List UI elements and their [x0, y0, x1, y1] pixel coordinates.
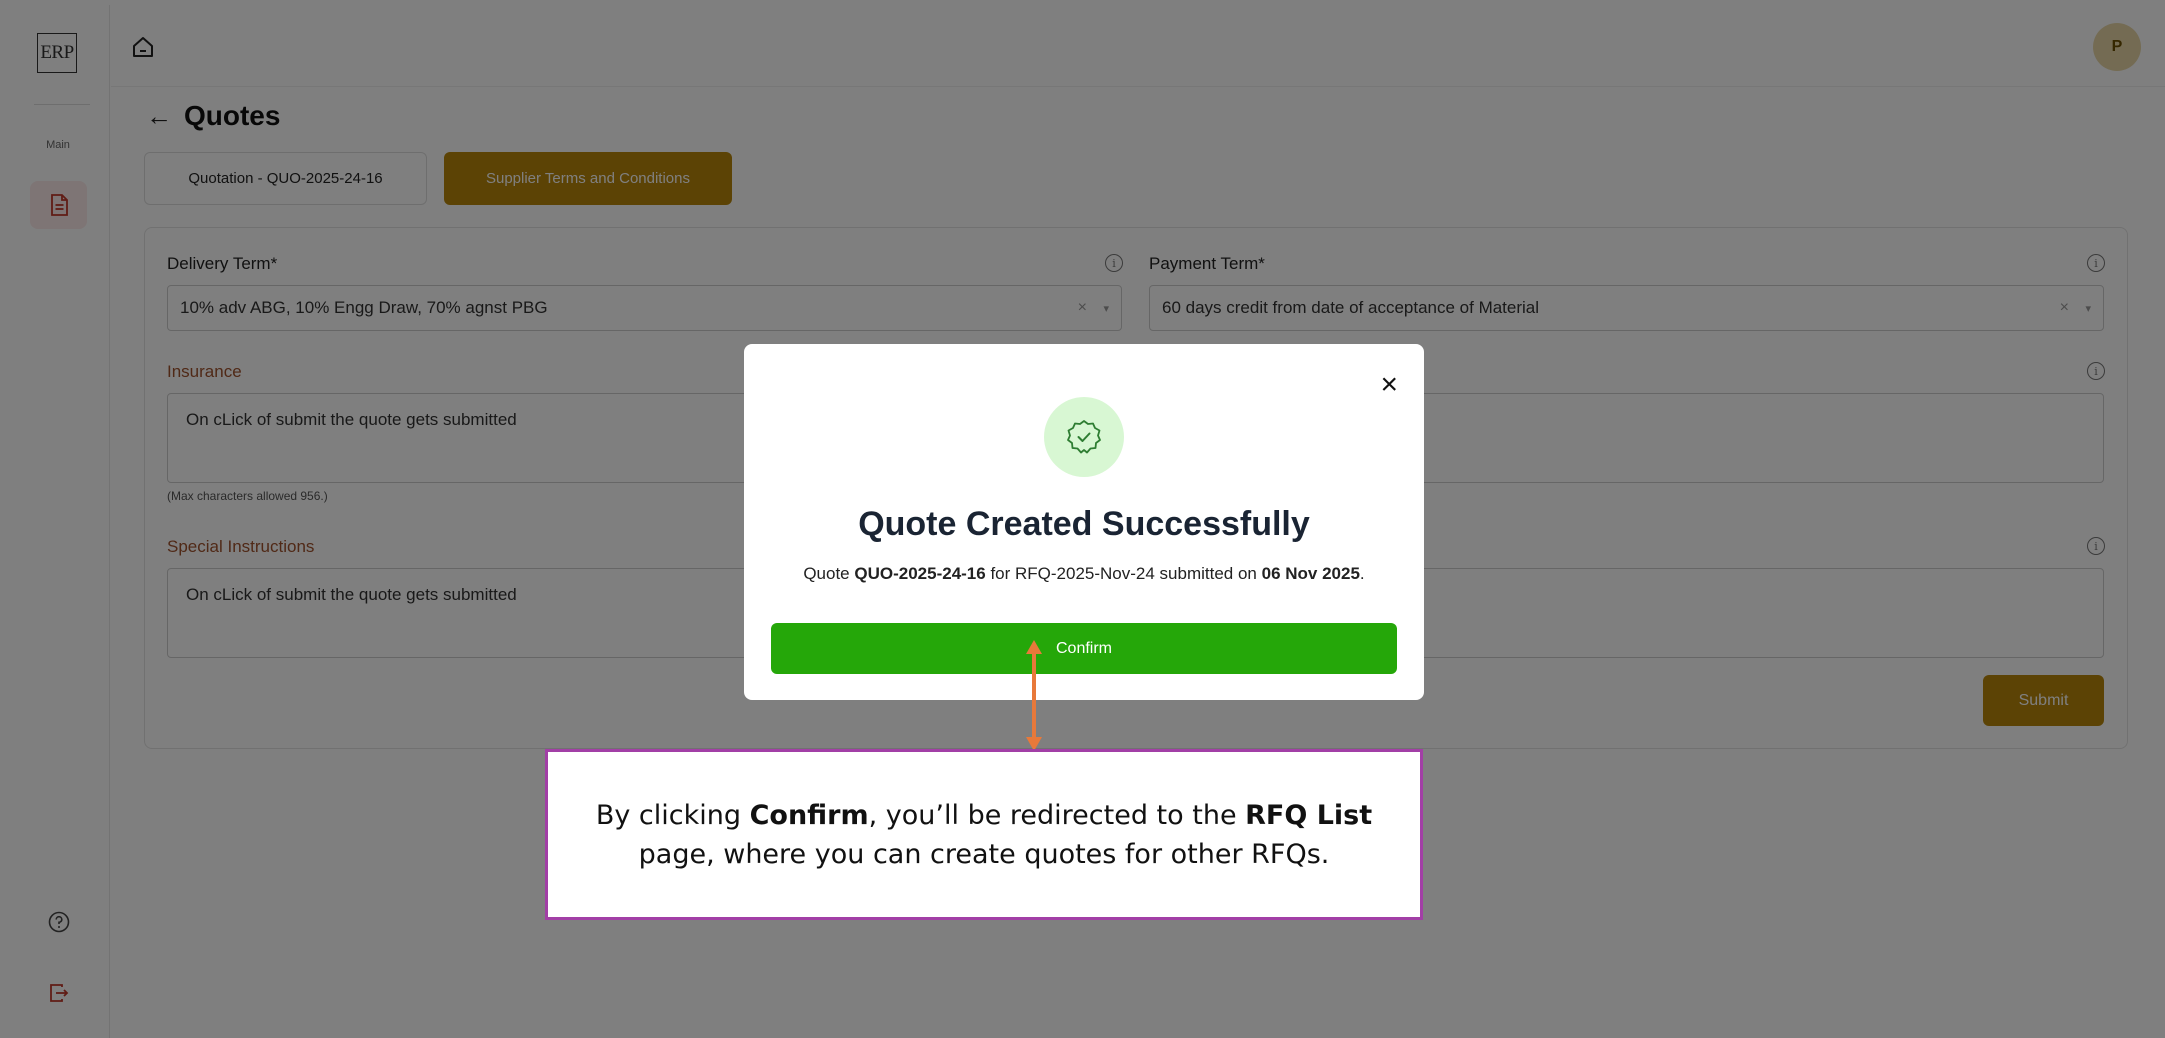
- message-text: .: [1359, 564, 1365, 583]
- message-text: Quote: [803, 564, 855, 583]
- success-modal: × Quote Created Successfully Quote QUO-2…: [744, 344, 1424, 700]
- confirm-button[interactable]: Confirm: [771, 623, 1397, 674]
- message-text: for RFQ-2025-Nov-24 submitted on: [985, 564, 1262, 583]
- success-badge: [1044, 397, 1124, 477]
- annotation-part: page, where you can create quotes for ot…: [638, 838, 1330, 870]
- submission-date: 06 Nov 2025: [1261, 564, 1360, 583]
- quote-id: QUO-2025-24-16: [854, 564, 986, 583]
- modal-message: Quote QUO-2025-24-16 for RFQ-2025-Nov-24…: [744, 564, 1424, 584]
- annotation-bold: RFQ List: [1245, 799, 1373, 831]
- modal-title: Quote Created Successfully: [858, 505, 1310, 543]
- verified-check-icon: [1067, 420, 1101, 454]
- annotation-part: By clicking: [595, 799, 750, 831]
- annotation-arrow: [1032, 650, 1036, 742]
- annotation-callout: By clicking Confirm, you’ll be redirecte…: [545, 749, 1423, 920]
- close-icon[interactable]: ×: [1380, 370, 1398, 400]
- annotation-bold: Confirm: [749, 799, 869, 831]
- annotation-part: , you’ll be redirected to the: [868, 799, 1246, 831]
- annotation-text: By clicking Confirm, you’ll be redirecte…: [588, 796, 1380, 874]
